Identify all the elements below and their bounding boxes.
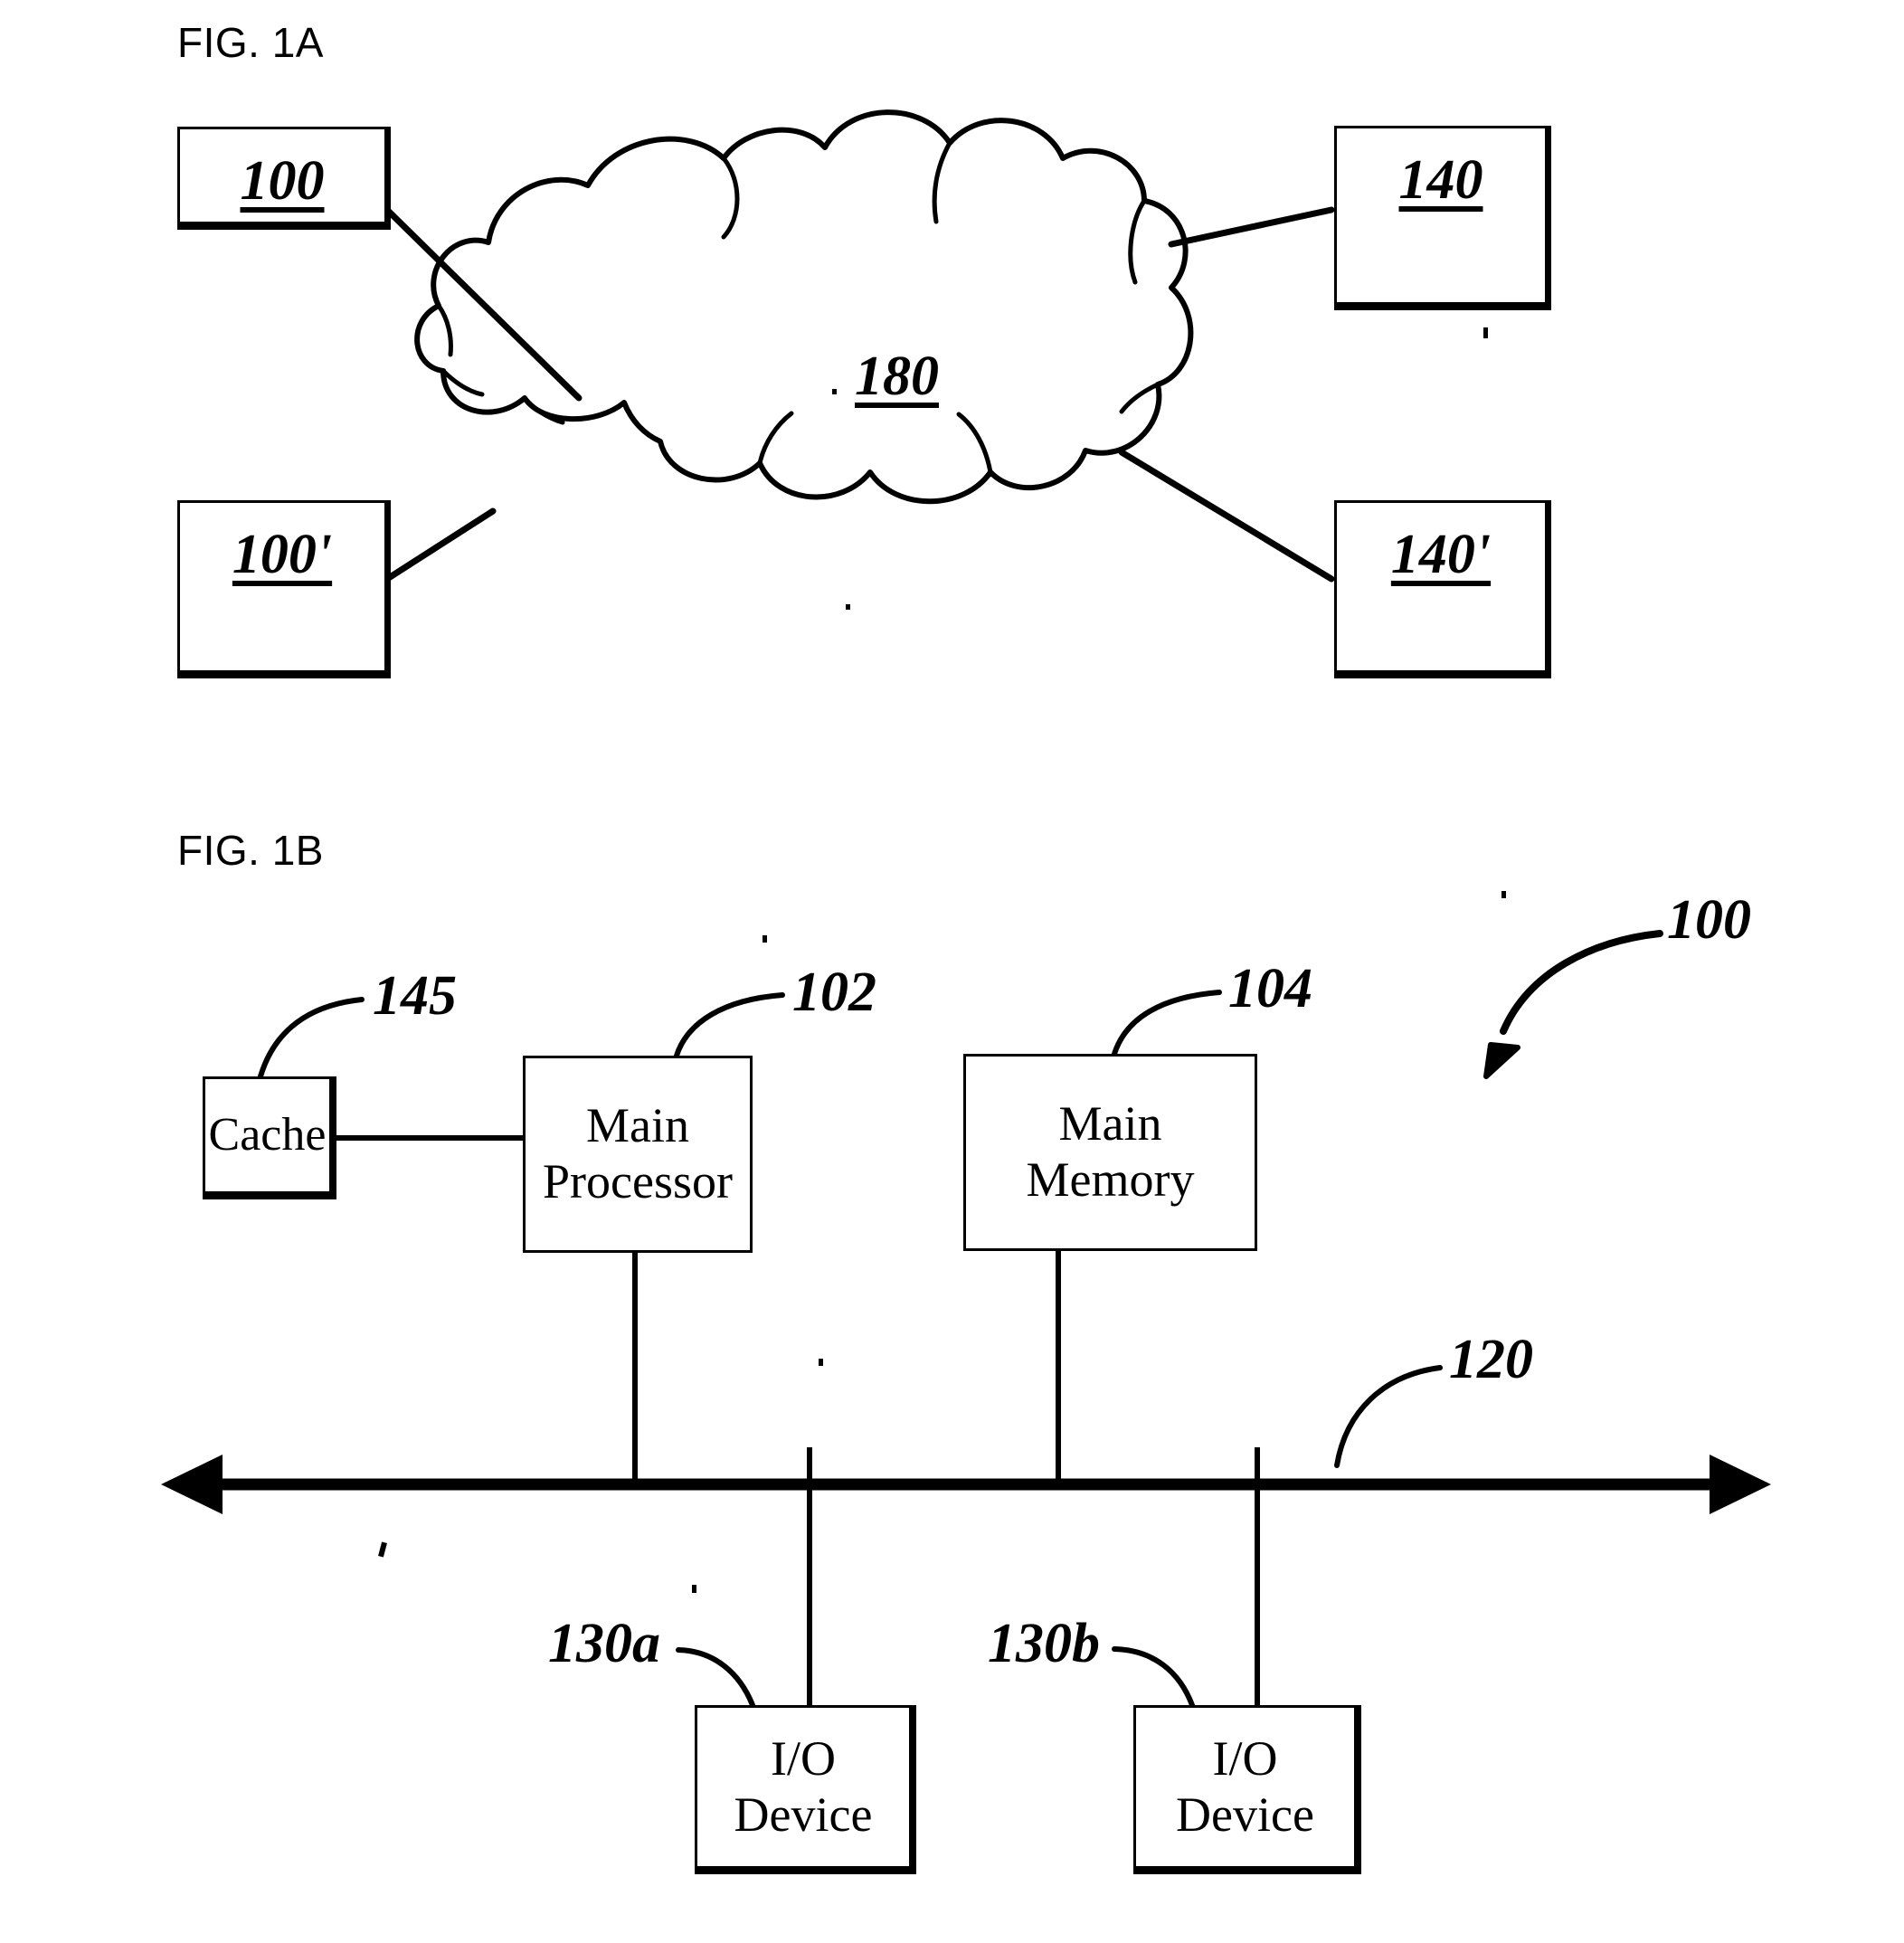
scan-speck <box>692 1585 696 1593</box>
leader-line-130a <box>676 1647 755 1708</box>
figure-1b-caption: FIG. 1B <box>177 827 324 874</box>
scan-speck <box>1483 327 1488 338</box>
leader-line-120 <box>1334 1365 1443 1468</box>
ref-label-145: 145 <box>373 965 457 1027</box>
main-processor-box-label: Main Processor <box>543 1098 733 1208</box>
io-device-b-box-label: I/O Device <box>1176 1730 1314 1842</box>
system-callout-arrow <box>1483 930 1663 1079</box>
figure-vector-layer <box>161 109 1771 1708</box>
leader-line-102 <box>674 992 785 1058</box>
ref-label-130a: 130a <box>548 1613 660 1674</box>
leader-line-145 <box>258 997 365 1079</box>
figure-1a-caption: FIG. 1A <box>177 19 324 66</box>
server-box-140-label: 140 <box>1398 149 1483 211</box>
client-box-100[interactable]: 100 <box>177 127 391 230</box>
client-box-100-prime[interactable]: 100' <box>177 500 391 678</box>
scan-speck <box>763 935 767 943</box>
ref-label-102: 102 <box>792 962 876 1023</box>
server-box-140-prime-label: 140' <box>1390 524 1492 585</box>
io-device-b-box[interactable]: I/O Device <box>1133 1705 1361 1874</box>
io-device-a-box[interactable]: I/O Device <box>695 1705 916 1874</box>
leader-line-104 <box>1112 990 1222 1057</box>
main-memory-box[interactable]: Main Memory <box>963 1054 1257 1251</box>
client-box-100-prime-label: 100' <box>232 524 333 585</box>
link-100p-to-cloud <box>384 507 497 583</box>
server-box-140-prime[interactable]: 140' <box>1334 500 1551 678</box>
system-ref-label-100: 100 <box>1667 889 1751 951</box>
ref-label-130b: 130b <box>988 1613 1100 1674</box>
system-bus-line <box>161 1455 1771 1514</box>
main-processor-box[interactable]: Main Processor <box>523 1056 753 1253</box>
link-cloud-to-140p <box>1118 449 1335 583</box>
io-device-a-box-label: I/O Device <box>734 1730 873 1842</box>
client-box-100-label: 100 <box>240 150 325 212</box>
network-cloud-label: 180 <box>855 346 939 407</box>
main-memory-box-label: Main Memory <box>1026 1096 1195 1207</box>
server-box-140[interactable]: 140 <box>1334 126 1551 310</box>
ref-label-120: 120 <box>1449 1329 1533 1390</box>
cache-box-label: Cache <box>208 1109 327 1161</box>
scan-speck <box>819 1359 823 1366</box>
scan-speck <box>1501 891 1506 898</box>
scan-speck <box>846 604 850 610</box>
link-cloud-to-140 <box>1168 206 1335 248</box>
network-cloud-icon <box>414 109 1194 505</box>
cache-box[interactable]: Cache <box>203 1076 336 1199</box>
ref-label-104: 104 <box>1228 958 1312 1019</box>
leader-line-130b <box>1112 1646 1195 1708</box>
patent-figure-sheet: FIG. 1A 100 100' 140 140' 180 FIG. 1B 10… <box>0 0 1904 1943</box>
scan-speck <box>832 389 837 394</box>
